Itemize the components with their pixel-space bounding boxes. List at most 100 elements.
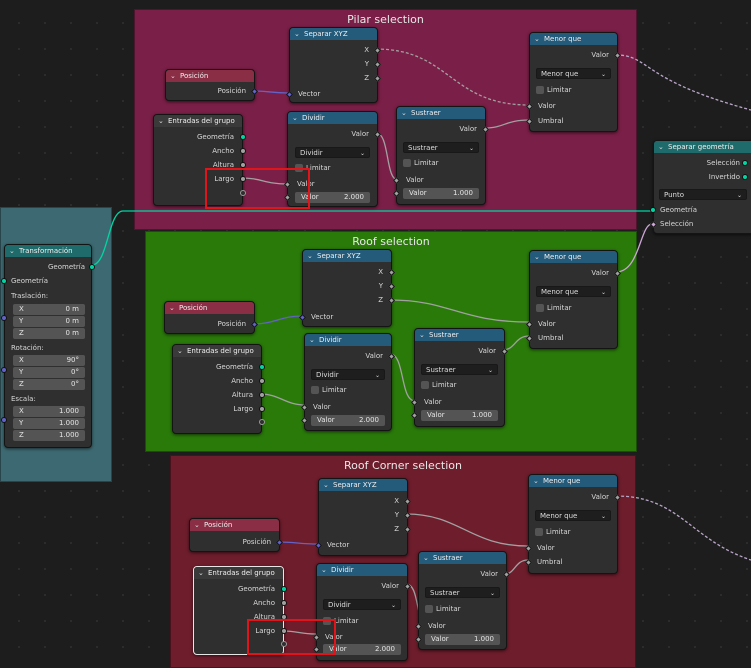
less-than-node[interactable]: ⌄ Menor que Valor Menor que ⌄ Limitar Valo… <box>525 32 622 132</box>
node-header[interactable]: ⌄ Entradas del grupo <box>194 567 283 579</box>
node-header[interactable]: ⌄ Dividir <box>317 564 407 576</box>
node-header[interactable]: ⌄ Dividir <box>305 334 391 346</box>
node-header[interactable]: ⌄ Posición <box>166 70 254 82</box>
node-header[interactable]: ⌄ Separar XYZ <box>303 250 391 262</box>
less-than-node[interactable]: ⌄ Menor que Valor Menor que ⌄ Limitar Valo… <box>525 250 622 349</box>
node-header[interactable]: ⌄ Menor que <box>530 33 617 45</box>
node-header[interactable]: ⌄ Sustraer <box>419 552 506 564</box>
output-selection-socket[interactable] <box>742 160 748 166</box>
rotation-y-field[interactable]: Y 0° <box>13 367 85 378</box>
checkbox-icon[interactable] <box>536 304 544 312</box>
output-geometry-socket[interactable] <box>89 264 95 270</box>
chevron-down-icon[interactable]: ⌄ <box>423 552 429 564</box>
chevron-down-icon[interactable]: ⌄ <box>419 329 425 341</box>
translation-y-field[interactable]: Y0 m <box>13 316 85 327</box>
node-header[interactable]: ⌄ Separar XYZ <box>290 28 377 40</box>
chevron-down-icon[interactable]: ⌄ <box>309 334 315 346</box>
scale-socket[interactable] <box>1 417 7 423</box>
operation-dropdown[interactable]: Menor que ⌄ <box>536 286 611 297</box>
chevron-down-icon[interactable]: ⌄ <box>534 251 540 263</box>
chevron-down-icon[interactable]: ⌄ <box>292 112 298 124</box>
subtract-node[interactable]: ⌄ Sustraer Valor Sustraer ⌄ Limitar Valor … <box>410 328 509 427</box>
chevron-down-icon[interactable]: ⌄ <box>533 475 539 487</box>
output-empty-socket[interactable] <box>259 419 265 425</box>
output-geometry-socket[interactable] <box>240 134 246 140</box>
transform-node[interactable]: ⌄ Transformación Geometría Geometría Tras… <box>1 244 95 448</box>
divisor-field[interactable]: Valor 2.000 <box>311 415 385 426</box>
chevron-down-icon[interactable]: ⌄ <box>658 141 664 153</box>
node-header[interactable]: ⌄ Transformación <box>5 245 91 257</box>
input-geometry-socket[interactable] <box>1 278 7 284</box>
node-header[interactable]: ⌄ Dividir <box>288 112 377 124</box>
chevron-down-icon[interactable]: ⌄ <box>323 479 329 491</box>
node-header[interactable]: ⌄ Sustraer <box>415 329 504 341</box>
chevron-down-icon[interactable]: ⌄ <box>401 107 407 119</box>
node-header[interactable]: ⌄ Menor que <box>529 475 617 487</box>
chevron-down-icon[interactable]: ⌄ <box>194 519 200 531</box>
node-header[interactable]: ⌄ Sustraer <box>397 107 485 119</box>
operation-dropdown[interactable]: Dividir ⌄ <box>323 599 401 610</box>
chevron-down-icon[interactable]: ⌄ <box>198 567 204 579</box>
separate-xyz-node[interactable]: ⌄ Separar XYZ X Y Z Vector <box>314 478 412 556</box>
output-width-socket[interactable] <box>281 600 287 606</box>
operation-dropdown[interactable]: Sustraer ⌄ <box>425 587 500 598</box>
position-node[interactable]: ⌄ Posición Posición <box>189 518 284 552</box>
chevron-down-icon[interactable]: ⌄ <box>321 564 327 576</box>
chevron-down-icon[interactable]: ⌄ <box>534 33 540 45</box>
operation-dropdown[interactable]: Sustraer ⌄ <box>403 142 479 153</box>
rotation-x-field[interactable]: X 90° <box>13 355 85 366</box>
position-node[interactable]: ⌄ Posición Posición <box>165 69 259 101</box>
divide-node[interactable]: ⌄ Dividir Valor Dividir ⌄ Limitar Valor Va… <box>300 333 396 431</box>
domain-dropdown[interactable]: Punto ⌄ <box>659 189 747 200</box>
subtract-node[interactable]: ⌄ Sustraer Valor Sustraer ⌄ Limitar Valor … <box>414 551 511 650</box>
separate-xyz-node[interactable]: ⌄ Separar XYZ X Y Z Vector <box>285 27 382 103</box>
operation-dropdown[interactable]: Dividir ⌄ <box>311 369 385 380</box>
subtract-node[interactable]: ⌄ Sustraer Valor Sustraer ⌄ Limitar Valor … <box>392 106 490 205</box>
output-length-socket[interactable] <box>259 406 265 412</box>
separate-geometry-node[interactable]: ⌄ Separar geometría Selección Invertido P… <box>649 140 751 234</box>
output-inverted-socket[interactable] <box>742 174 748 180</box>
node-header[interactable]: ⌄ Posición <box>165 302 254 314</box>
subtrahend-field[interactable]: Valor 1.000 <box>425 634 500 645</box>
rotation-socket[interactable] <box>1 367 7 373</box>
operation-dropdown[interactable]: Menor que ⌄ <box>535 510 611 521</box>
group-input-node[interactable]: ⌄ Entradas del grupo Geometría Ancho Altu… <box>172 344 265 434</box>
subtrahend-field[interactable]: Valor 1.000 <box>421 410 498 421</box>
subtrahend-field[interactable]: Valor 1.000 <box>403 188 479 199</box>
translation-socket[interactable] <box>1 315 7 321</box>
output-width-socket[interactable] <box>240 148 246 154</box>
output-geometry-socket[interactable] <box>259 364 265 370</box>
node-header[interactable]: ⌄ Separar XYZ <box>319 479 407 491</box>
checkbox-icon[interactable] <box>403 159 411 167</box>
node-header[interactable]: ⌄ Separar geometría <box>654 141 751 153</box>
translation-x-field[interactable]: X0 m <box>13 304 85 315</box>
node-header[interactable]: ⌄ Entradas del grupo <box>154 115 242 127</box>
chevron-down-icon[interactable]: ⌄ <box>170 70 176 82</box>
chevron-down-icon[interactable]: ⌄ <box>169 302 175 314</box>
operation-dropdown[interactable]: Menor que ⌄ <box>536 68 611 79</box>
checkbox-icon[interactable] <box>425 605 433 613</box>
node-header[interactable]: ⌄ Menor que <box>530 251 617 263</box>
output-geometry-socket[interactable] <box>281 586 287 592</box>
checkbox-icon[interactable] <box>421 381 429 389</box>
operation-dropdown[interactable]: Sustraer ⌄ <box>421 364 498 375</box>
less-than-node[interactable]: ⌄ Menor que Valor Menor que ⌄ Limitar Valo… <box>524 474 622 574</box>
node-header[interactable]: ⌄ Entradas del grupo <box>173 345 261 357</box>
output-height-socket[interactable] <box>259 392 265 398</box>
position-node[interactable]: ⌄ Posición Posición <box>164 301 259 334</box>
scale-y-field[interactable]: Y 1.000 <box>13 418 85 429</box>
checkbox-icon[interactable] <box>311 386 319 394</box>
output-width-socket[interactable] <box>259 378 265 384</box>
chevron-down-icon[interactable]: ⌄ <box>307 250 313 262</box>
scale-z-field[interactable]: Z 1.000 <box>13 430 85 441</box>
checkbox-icon[interactable] <box>535 528 543 536</box>
checkbox-icon[interactable] <box>536 86 544 94</box>
separate-xyz-node[interactable]: ⌄ Separar XYZ X Y Z Vector <box>298 249 396 327</box>
chevron-down-icon[interactable]: ⌄ <box>294 28 300 40</box>
operation-dropdown[interactable]: Dividir ⌄ <box>295 147 370 158</box>
scale-x-field[interactable]: X 1.000 <box>13 406 85 417</box>
translation-z-field[interactable]: Z0 m <box>13 328 85 339</box>
chevron-down-icon[interactable]: ⌄ <box>177 345 183 357</box>
chevron-down-icon[interactable]: ⌄ <box>9 245 15 257</box>
chevron-down-icon[interactable]: ⌄ <box>158 115 164 127</box>
